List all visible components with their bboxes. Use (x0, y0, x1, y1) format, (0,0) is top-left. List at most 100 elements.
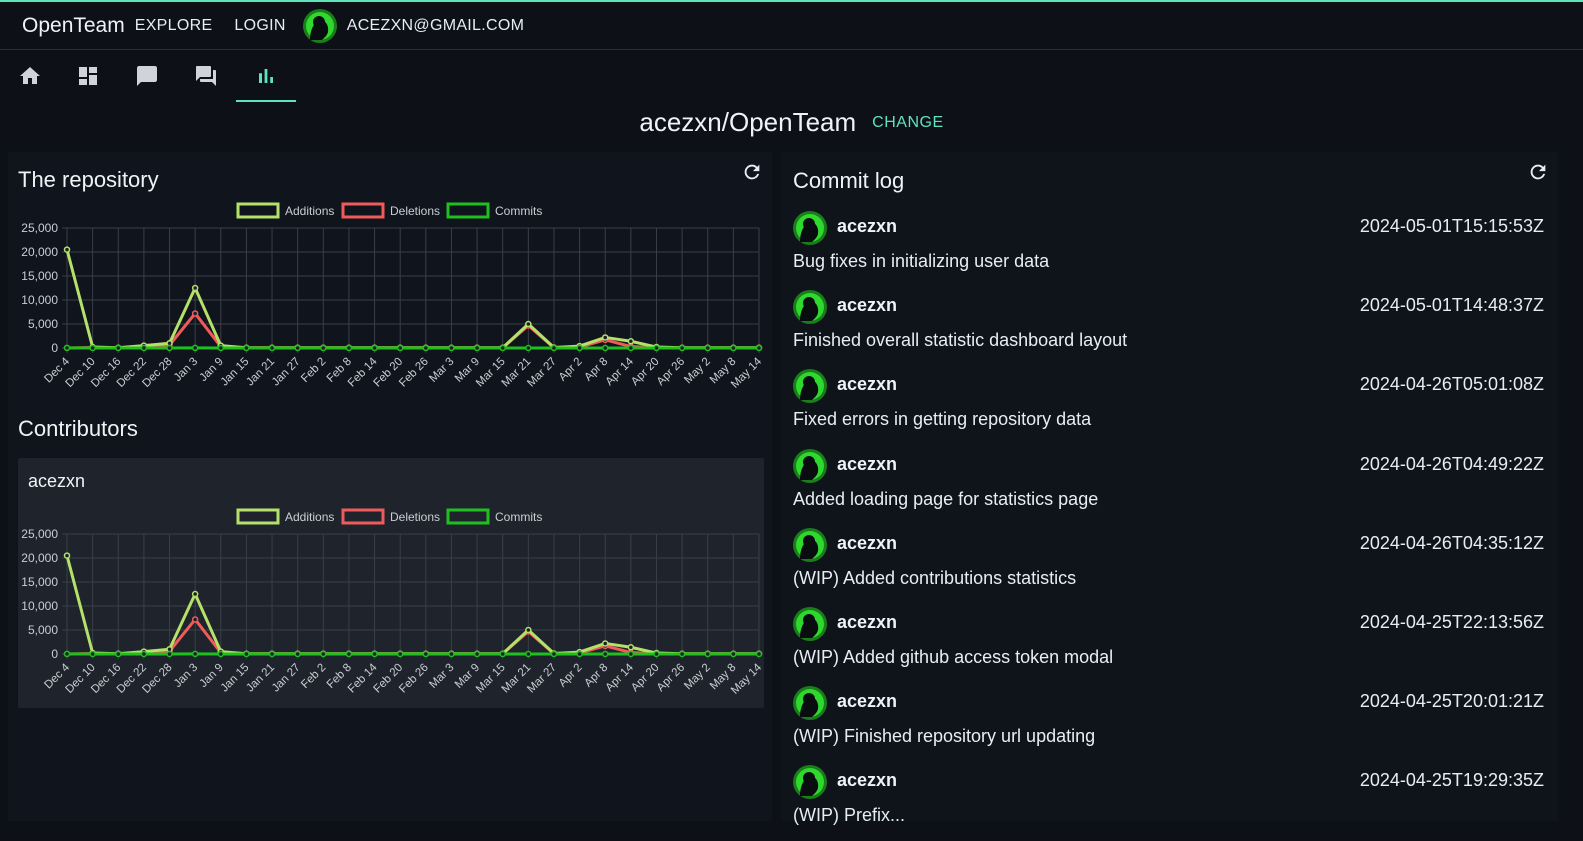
commit-author-avatar (792, 764, 828, 800)
commit-date: 2024-04-26T05:01:08Z (1360, 374, 1544, 395)
tab-forum[interactable] (176, 52, 236, 100)
nav-explore-link[interactable]: EXPLORE (135, 17, 213, 35)
x-tick-label: Apr 26 (655, 356, 687, 388)
data-point-commits (295, 345, 300, 350)
commit-date: 2024-04-26T04:49:22Z (1360, 454, 1544, 475)
data-point-commits (372, 345, 377, 350)
y-tick-label: 10,000 (21, 599, 58, 613)
commit-author[interactable]: acezxn (837, 533, 897, 554)
commit-entry[interactable]: acezxn2024-05-01T15:15:53ZBug fixes in i… (792, 208, 1544, 287)
data-point-commits (705, 651, 710, 656)
commit-entry[interactable]: acezxn2024-05-01T14:48:37ZFinished overa… (792, 287, 1544, 366)
contributor-chart: AdditionsDeletionsCommits05,00010,00015,… (8, 504, 772, 714)
user-email[interactable]: ACEZXN@GMAIL.COM (347, 17, 525, 35)
data-point-commits (475, 345, 480, 350)
data-point-commits (500, 651, 505, 656)
repo-header: acezxn/OpenTeam CHANGE (0, 104, 1583, 140)
y-tick-label: 10,000 (21, 293, 58, 307)
data-point-commits (65, 651, 70, 656)
commit-log-refresh-button[interactable] (1527, 161, 1549, 183)
commit-author[interactable]: acezxn (837, 216, 897, 237)
legend-swatch (343, 204, 383, 217)
y-tick-label: 20,000 (21, 551, 58, 565)
data-point-additions (526, 322, 531, 327)
contributor-name: acezxn (28, 471, 85, 492)
commit-author[interactable]: acezxn (837, 691, 897, 712)
data-point-commits (295, 651, 300, 656)
commit-date: 2024-04-25T20:01:21Z (1360, 691, 1544, 712)
contributors-title: Contributors (18, 416, 138, 442)
legend-label: Additions (285, 510, 334, 524)
commit-author-avatar (792, 289, 828, 325)
tab-dashboard[interactable] (58, 52, 118, 100)
data-point-commits (141, 345, 146, 350)
data-point-additions (603, 641, 608, 646)
repository-refresh-button[interactable] (741, 161, 763, 183)
data-point-additions (65, 247, 70, 252)
x-tick-label: Jan 27 (270, 662, 303, 695)
data-point-deletions (193, 617, 198, 622)
data-point-commits (218, 345, 223, 350)
bar-chart-icon (254, 64, 278, 88)
x-tick-label: Feb 26 (397, 356, 431, 390)
commit-author[interactable]: acezxn (837, 770, 897, 791)
data-point-commits (270, 651, 275, 656)
data-point-commits (500, 345, 505, 350)
user-avatar[interactable] (302, 8, 338, 44)
data-point-commits (731, 651, 736, 656)
nav-login-link[interactable]: LOGIN (234, 17, 285, 35)
commit-author-avatar (792, 210, 828, 246)
commit-log-title: Commit log (793, 168, 904, 194)
data-point-deletions (193, 311, 198, 316)
commit-author[interactable]: acezxn (837, 295, 897, 316)
x-tick-label: May 2 (682, 662, 713, 693)
data-point-commits (654, 651, 659, 656)
x-tick-label: Mar 3 (427, 356, 456, 385)
commit-entry[interactable]: acezxn2024-04-26T04:49:22ZAdded loading … (792, 446, 1544, 525)
y-tick-label: 5,000 (28, 623, 58, 637)
y-tick-label: 20,000 (21, 245, 58, 259)
data-point-commits (346, 345, 351, 350)
legend-label: Deletions (390, 510, 440, 524)
data-point-commits (603, 345, 608, 350)
data-point-additions (193, 592, 198, 597)
tab-chat[interactable] (117, 52, 177, 100)
change-repo-button[interactable]: CHANGE (872, 114, 943, 132)
commit-entry[interactable]: acezxn2024-04-25T20:01:21Z(WIP) Finished… (792, 683, 1544, 762)
legend-label: Commits (495, 510, 542, 524)
commit-author[interactable]: acezxn (837, 612, 897, 633)
data-point-commits (398, 651, 403, 656)
commit-entry[interactable]: acezxn 2024-04-26T05:01:08Z Fixed errors i… (792, 366, 1544, 445)
tab-statistics[interactable] (236, 52, 296, 102)
legend-label: Commits (495, 204, 542, 218)
commit-author[interactable]: acezxn (837, 454, 897, 475)
tab-home[interactable] (0, 52, 60, 100)
refresh-icon (1527, 161, 1549, 183)
legend-swatch (343, 510, 383, 523)
commit-entry[interactable]: acezxn2024-04-25T19:29:35Z(WIP) Prefix..… (792, 762, 1544, 841)
legend-swatch (238, 204, 278, 217)
chat-bubble-icon (135, 64, 159, 88)
legend-label: Deletions (390, 204, 440, 218)
x-tick-label: Apr 20 (629, 356, 661, 388)
commit-author[interactable]: acezxn (837, 374, 897, 395)
data-point-commits (526, 651, 531, 656)
commit-message: Fixed errors in getting repository data (793, 409, 1091, 430)
data-point-commits (654, 345, 659, 350)
brand-logo-text[interactable]: OpenTeam (22, 14, 125, 38)
data-point-commits (372, 651, 377, 656)
data-point-commits (321, 345, 326, 350)
commit-author-avatar (792, 368, 828, 404)
y-tick-label: 15,000 (21, 575, 58, 589)
commit-author-avatar (792, 527, 828, 563)
commit-date: 2024-05-01T14:48:37Z (1360, 295, 1544, 316)
repo-name: acezxn/OpenTeam (639, 107, 856, 138)
repository-chart: AdditionsDeletionsCommits05,00010,00015,… (8, 198, 772, 408)
data-point-commits (551, 651, 556, 656)
data-point-commits (449, 651, 454, 656)
dashboard-icon (76, 64, 100, 88)
data-point-commits (757, 651, 762, 656)
commit-entry[interactable]: acezxn2024-04-25T22:13:56Z(WIP) Added gi… (792, 604, 1544, 683)
commit-message: (WIP) Added contributions statistics (793, 568, 1076, 589)
commit-entry[interactable]: acezxn2024-04-26T04:35:12Z(WIP) Added co… (792, 525, 1544, 604)
